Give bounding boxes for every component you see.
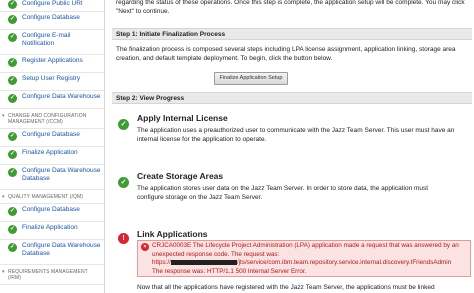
success-check-icon: ✓ [118, 177, 129, 188]
sidebar-item-label: Setup User Registry [22, 75, 81, 82]
error-icon: ! [118, 233, 129, 244]
task-description: The application uses a preauthorized use… [137, 127, 455, 143]
error-line: CRJCA0003E The Lifecycle Project Adminis… [152, 242, 459, 249]
section-heading: REQUIREMENTS MANAGEMENT (/rm) [0, 265, 104, 285]
section-heading: QUALITY MANAGEMENT (/qm) [0, 190, 104, 204]
check-icon: ✓ [8, 94, 17, 103]
error-line: unexpected response code. The request wa… [152, 250, 280, 258]
step1-header: Step 1: Initiate Finalization Process [112, 28, 472, 40]
sidebar-item-ccm-configure-dw-database[interactable]: ✓ Configure Data Warehouse Database [0, 165, 104, 190]
sidebar-item-qm-configure-dw-database[interactable]: ✓ Configure Data Warehouse Database [0, 240, 104, 265]
final-text: Now that all the applications have regis… [137, 284, 435, 291]
success-check-icon: ✓ [118, 119, 129, 130]
sidebar-item-configure-public-uri[interactable]: ✓ Configure Public URI [0, 0, 104, 12]
sidebar-item-label: Finalize Application [22, 224, 78, 231]
task-title: Create Storage Areas [137, 171, 224, 181]
collapse-caret-icon[interactable]: ▾ [2, 113, 5, 119]
error-url-prefix: https:// [152, 259, 171, 267]
check-icon: ✓ [8, 76, 17, 85]
finalize-application-setup-button[interactable]: Finalize Application Setup [214, 72, 288, 85]
sidebar-item-label: Configure E-mail Notification [22, 32, 71, 47]
sidebar-item-label: Configure Database [22, 206, 80, 213]
check-icon: ✓ [8, 243, 17, 252]
redacted-host [170, 260, 237, 266]
setup-sidebar: ✓ Configure Public URI ✓ Configure Datab… [0, 0, 105, 293]
sidebar-item-qm-finalize-application[interactable]: ✓ Finalize Application [0, 222, 104, 240]
sidebar-item-label: Configure Data Warehouse Database [22, 167, 101, 182]
section-heading: CHANGE AND CONFIGURATION MANAGEMENT (/cc… [0, 109, 104, 129]
check-icon: ✓ [8, 0, 17, 9]
sidebar-item-configure-email[interactable]: ✓ Configure E-mail Notification [0, 30, 104, 55]
sidebar-item-label: Configure Data Warehouse Database [22, 242, 101, 257]
check-icon: ✓ [8, 15, 17, 24]
section-quality: ▾ QUALITY MANAGEMENT (/qm) [0, 190, 104, 204]
sidebar-item-ccm-configure-database[interactable]: ✓ Configure Database [0, 129, 104, 147]
step1-description: The finalization process is composed sev… [116, 46, 456, 62]
sidebar-item-label: Finalize Application [22, 149, 78, 156]
section-requirements: ▾ REQUIREMENTS MANAGEMENT (/rm) [0, 265, 104, 285]
error-x-icon: × [141, 243, 149, 251]
check-icon: ✓ [8, 33, 17, 42]
section-change-config: ▾ CHANGE AND CONFIGURATION MANAGEMENT (/… [0, 109, 104, 129]
intro-text: regarding the status of these operations… [116, 0, 465, 15]
collapse-caret-icon[interactable]: ▾ [2, 194, 5, 200]
check-icon: ✓ [8, 132, 17, 141]
main-content: regarding the status of these operations… [104, 0, 474, 293]
task-title: Link Applications [137, 229, 208, 239]
check-icon: ✓ [8, 58, 17, 67]
sidebar-item-label: Register Applications [22, 57, 83, 64]
error-url-suffix: /jts/service/com.ibm.team.repository.ser… [236, 259, 452, 267]
task-description: The application stores user data on the … [137, 185, 429, 201]
sidebar-item-setup-user-registry[interactable]: ✓ Setup User Registry [0, 73, 104, 91]
collapse-caret-icon[interactable]: ▾ [2, 269, 5, 275]
check-icon: ✓ [8, 225, 17, 234]
check-icon: ✓ [8, 168, 17, 177]
sidebar-item-qm-configure-database[interactable]: ✓ Configure Database [0, 204, 104, 222]
check-icon: ✓ [8, 207, 17, 216]
sidebar-item-label: Configure Data Warehouse [22, 93, 101, 100]
sidebar-item-label: Configure Public URI [22, 0, 83, 7]
sidebar-item-label: Configure Database [22, 14, 80, 21]
sidebar-item-label: Configure Database [22, 131, 80, 138]
error-line: The response was: HTTP/1.1 500 Internal … [152, 267, 307, 275]
sidebar-item-configure-data-warehouse[interactable]: ✓ Configure Data Warehouse [0, 91, 104, 109]
sidebar-item-ccm-finalize-application[interactable]: ✓ Finalize Application [0, 147, 104, 165]
error-message: × CRJCA0003E The Lifecycle Project Admin… [137, 240, 471, 277]
task-title: Apply Internal License [137, 113, 228, 123]
sidebar-item-configure-database[interactable]: ✓ Configure Database [0, 12, 104, 30]
check-icon: ✓ [8, 150, 17, 159]
sidebar-item-register-applications[interactable]: ✓ Register Applications [0, 55, 104, 73]
error-line: https:// /jts/service/com.ibm.team.reposi… [152, 259, 468, 268]
step2-header: Step 2: View Progress [112, 92, 472, 104]
